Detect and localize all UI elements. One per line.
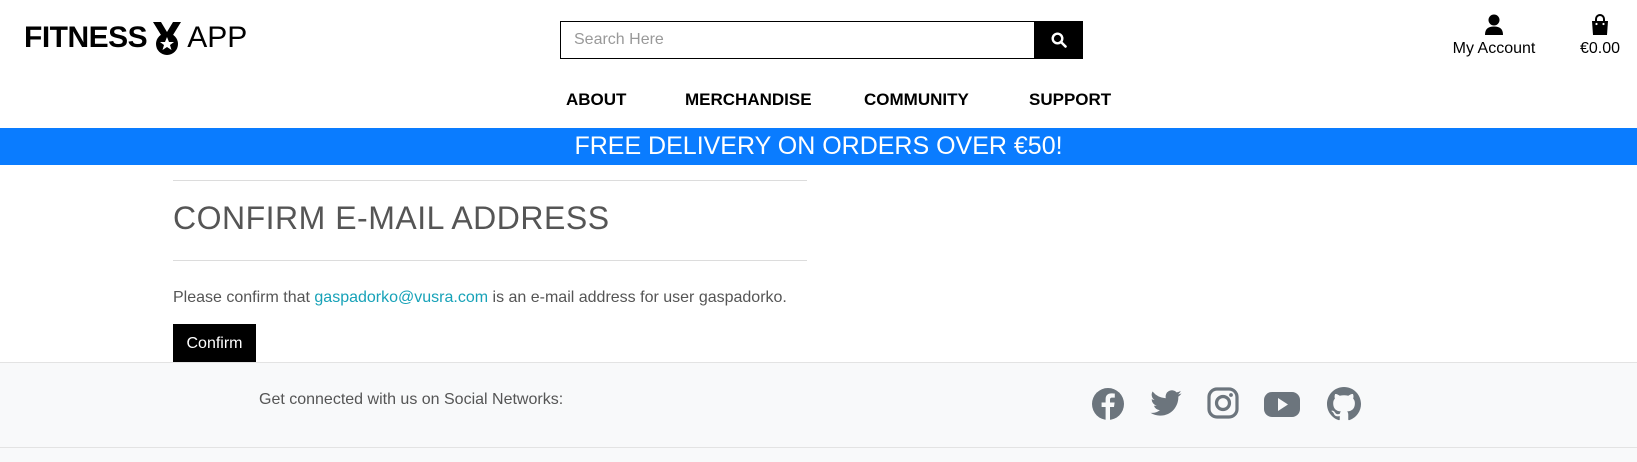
my-account-label: My Account	[1452, 40, 1536, 57]
user-icon	[1485, 14, 1503, 35]
facebook-icon	[1092, 388, 1124, 420]
instagram-icon	[1207, 387, 1239, 419]
confirm-message-after: is an e-mail address for user gaspadorko…	[488, 289, 787, 306]
search-button[interactable]	[1034, 21, 1083, 59]
search-input[interactable]	[560, 21, 1034, 59]
divider-top	[173, 180, 807, 181]
site-footer: Get connected with us on Social Networks…	[0, 362, 1637, 462]
medal-icon	[153, 22, 182, 55]
github-link[interactable]	[1327, 387, 1361, 421]
logo-word-fitness: FITNESS	[24, 21, 148, 54]
delivery-banner-text: FREE DELIVERY ON ORDERS OVER €50!	[574, 132, 1063, 160]
confirm-message: Please confirm that gaspadorko@vusra.com…	[173, 289, 807, 307]
nav-merchandise[interactable]: MERCHANDISE	[685, 90, 812, 110]
nav-community[interactable]: COMMUNITY	[864, 90, 969, 110]
nav-support[interactable]: SUPPORT	[1029, 90, 1111, 110]
twitter-link[interactable]	[1149, 387, 1183, 421]
youtube-link[interactable]	[1264, 387, 1300, 421]
instagram-link[interactable]	[1207, 387, 1239, 419]
search-icon	[1050, 32, 1067, 48]
youtube-icon	[1264, 392, 1300, 417]
delivery-banner: FREE DELIVERY ON ORDERS OVER €50!	[0, 128, 1637, 165]
facebook-link[interactable]	[1091, 387, 1125, 421]
confirm-message-before: Please confirm that	[173, 289, 315, 306]
logo[interactable]: FITNESS APP	[24, 20, 247, 56]
search-bar	[560, 21, 1083, 59]
logo-word-app: APP	[187, 21, 248, 54]
github-icon	[1327, 387, 1361, 421]
my-account-link[interactable]: My Account	[1444, 14, 1544, 58]
confirm-button[interactable]: Confirm	[173, 324, 256, 363]
page-title: CONFIRM E-MAIL ADDRESS	[173, 200, 610, 236]
email-link[interactable]: gaspadorko@vusra.com	[314, 289, 488, 306]
cart-link[interactable]: €0.00	[1572, 14, 1628, 58]
cart-total: €0.00	[1579, 40, 1621, 57]
social-label: Get connected with us on Social Networks…	[259, 391, 564, 408]
nav-about[interactable]: ABOUT	[566, 90, 626, 110]
main-nav: ABOUT MERCHANDISE COMMUNITY SUPPORT	[0, 90, 1637, 112]
divider-bottom	[173, 260, 807, 261]
site-header: FITNESS APP My Account €0.0	[0, 0, 1637, 128]
shopping-bag-icon	[1592, 14, 1608, 35]
footer-divider	[0, 447, 1637, 448]
confirm-email-section: CONFIRM E-MAIL ADDRESS Please confirm th…	[173, 180, 807, 363]
twitter-icon	[1150, 390, 1182, 416]
